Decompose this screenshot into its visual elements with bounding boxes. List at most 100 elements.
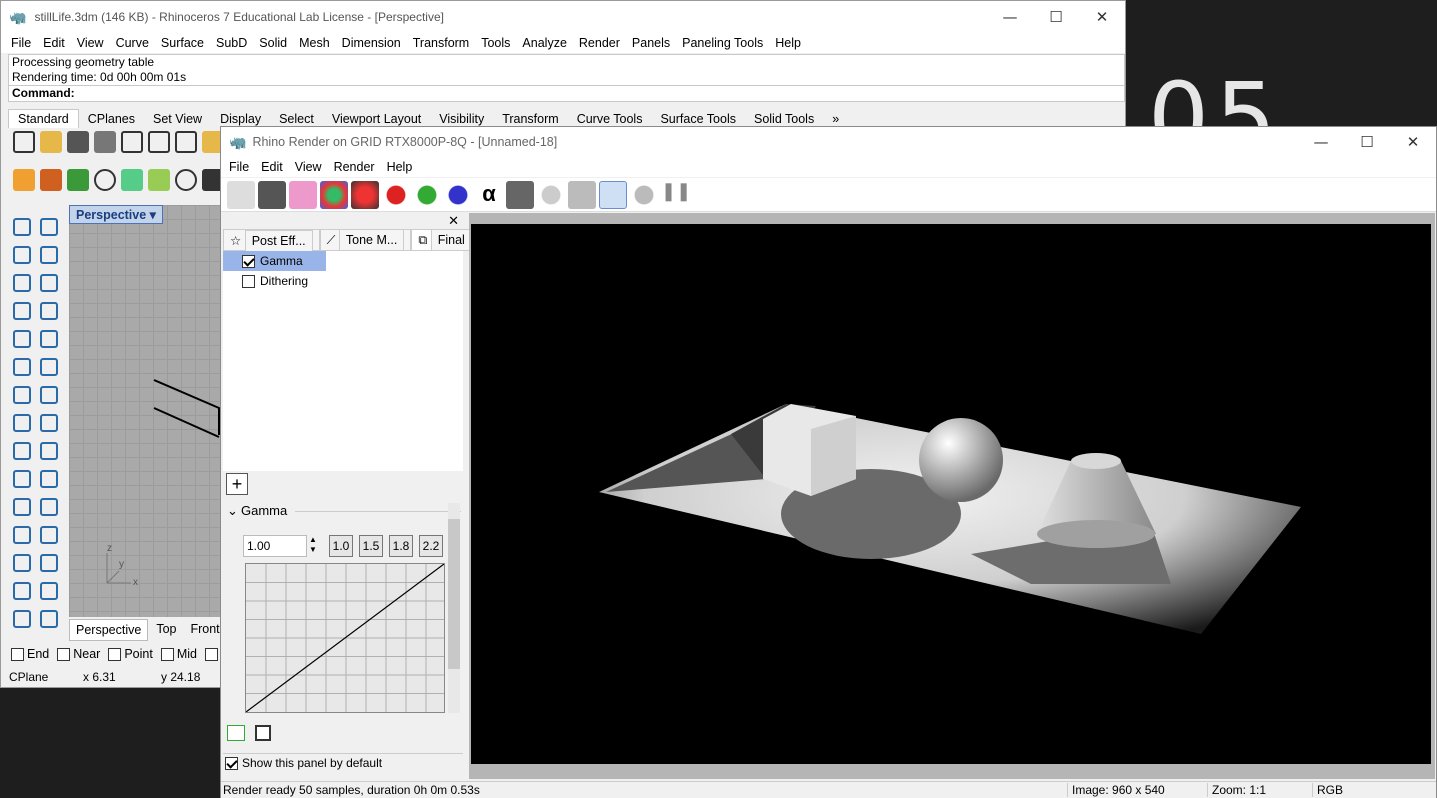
copy-image-icon[interactable] [289,180,317,209]
layer-icon[interactable] [121,169,143,191]
blue-only-icon[interactable] [444,180,472,209]
red-only-icon[interactable] [382,180,410,209]
menu-item[interactable]: Help [387,160,413,174]
tool-icon[interactable] [35,605,62,633]
copy-icon[interactable] [121,131,143,153]
menu-item[interactable]: Panels [632,36,670,50]
perspective-viewport[interactable]: Perspective ▾ z y x [69,205,229,617]
alpha-channel-icon[interactable]: α [475,181,503,209]
gamma-preset-button[interactable]: 2.2 [419,535,443,557]
save-image-icon[interactable] [258,180,286,209]
menu-item[interactable]: Surface [161,36,204,50]
menu-item[interactable]: Render [579,36,620,50]
tool-icon[interactable] [8,409,35,437]
menu-item[interactable]: Paneling Tools [682,36,763,50]
menu-item[interactable]: File [229,160,249,174]
stop-icon[interactable] [630,180,658,209]
open-folder-icon[interactable] [40,131,62,153]
menu-item[interactable]: Render [334,160,375,174]
paste-icon[interactable] [175,131,197,153]
tool-icon[interactable] [8,605,35,633]
close-icon[interactable]: ✕ [1390,133,1436,151]
tab-tone-mapping[interactable]: ⟋ Tone M... [319,229,412,251]
list-item[interactable]: Gamma [223,251,326,271]
tool-icon[interactable] [35,521,62,549]
green-only-icon[interactable] [413,180,441,209]
tool-icon[interactable] [35,409,62,437]
tool-icon[interactable] [8,465,35,493]
menu-item[interactable]: Dimension [342,36,401,50]
tool-icon[interactable] [35,297,62,325]
tab-top[interactable]: Top [150,619,182,641]
tool-icon[interactable] [8,353,35,381]
tool-icon[interactable] [8,213,35,241]
tool-icon[interactable] [8,577,35,605]
menu-item[interactable]: View [295,160,322,174]
clock-icon[interactable] [94,169,116,191]
cube-icon[interactable] [506,180,534,209]
collapse-chevron-icon[interactable]: ⌄ [227,503,238,519]
menu-item[interactable]: Help [775,36,801,50]
add-effect-button[interactable]: + [226,473,248,495]
menu-item[interactable]: File [11,36,31,50]
dithering-checkbox[interactable] [242,274,255,288]
gray-cube-icon[interactable] [568,180,596,209]
tool-icon[interactable] [35,241,62,269]
menu-item[interactable]: Edit [261,160,283,174]
open-folder-icon[interactable] [227,725,245,741]
osnap-checkbox[interactable]: Point [108,647,153,661]
grid-icon[interactable] [67,169,89,191]
osnap-checkbox[interactable]: Near [57,647,100,661]
close-icon[interactable]: ✕ [1079,8,1125,26]
tool-icon[interactable] [35,437,62,465]
maximize-icon[interactable]: ☐ [1033,8,1079,26]
magic-wand-icon[interactable] [599,180,627,209]
print-icon[interactable] [94,131,116,153]
save-icon[interactable] [67,131,89,153]
cplane-label[interactable]: CPlane [5,670,75,684]
rgb-channel-icon[interactable] [320,180,348,209]
menu-item[interactable]: View [77,36,104,50]
tool-icon[interactable] [35,493,62,521]
osnap-checkbox[interactable]: Mid [160,647,197,661]
people-icon[interactable] [227,180,255,209]
menu-item[interactable]: SubD [216,36,247,50]
menu-item[interactable]: Edit [43,36,65,50]
gamma-checkbox[interactable] [242,254,255,268]
show-default-checkbox[interactable]: Show this panel by default [225,756,382,770]
menu-item[interactable]: Analyze [522,36,566,50]
gamma-preset-button[interactable]: 1.8 [389,535,413,557]
tool-icon[interactable] [35,353,62,381]
tool-icon[interactable] [8,381,35,409]
tool-icon[interactable] [35,577,62,605]
render-settings-icon[interactable] [40,169,62,191]
new-file-icon[interactable] [13,131,35,153]
camera-icon[interactable] [175,169,197,191]
tool-icon[interactable] [35,325,62,353]
tool-icon[interactable] [35,549,62,577]
panel-scrollbar[interactable] [448,503,460,713]
gamma-preset-button[interactable]: 1.0 [329,535,353,557]
tool-icon[interactable] [8,493,35,521]
menu-item[interactable]: Tools [481,36,510,50]
toolbar-tab[interactable]: Set View [144,110,211,128]
menu-item[interactable]: Mesh [299,36,330,50]
save-icon[interactable] [255,725,271,741]
tab-perspective[interactable]: Perspective [69,619,149,641]
tool-icon[interactable] [8,241,35,269]
cut-icon[interactable] [148,131,170,153]
minimize-icon[interactable]: — [1298,133,1344,151]
minimize-icon[interactable]: — [987,8,1033,26]
command-prompt[interactable]: Command: [8,85,1125,102]
tool-icon[interactable] [8,549,35,577]
tool-icon[interactable] [8,269,35,297]
tool-icon[interactable] [8,297,35,325]
pause-icon[interactable]: ❚❚ [661,181,691,209]
menu-item[interactable]: Solid [259,36,287,50]
toolbar-tab[interactable]: Standard [8,109,79,128]
tool-icon[interactable] [8,325,35,353]
tool-icon[interactable] [35,269,62,297]
panel-close-icon[interactable]: ✕ [448,213,459,229]
maximize-icon[interactable]: ☐ [1344,133,1390,151]
render-view[interactable] [469,213,1435,779]
